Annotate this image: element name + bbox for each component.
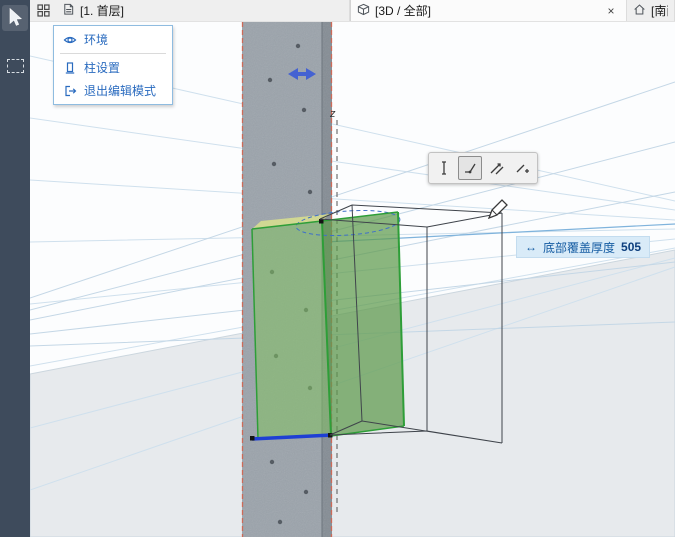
menu-item-column-settings[interactable]: 柱设置: [54, 56, 172, 79]
tab-3d-all[interactable]: [3D / 全部] ×: [350, 0, 627, 21]
arrow-tool-button[interactable]: [2, 5, 28, 31]
z-axis-label: z: [329, 108, 336, 120]
stretch-add-icon: [514, 160, 530, 176]
column-icon: [63, 61, 77, 75]
pet-palette-option-2[interactable]: [458, 156, 482, 180]
quick-options-button[interactable]: [30, 0, 56, 21]
edit-context-menu: 环境 柱设置 退出编辑模式: [53, 25, 173, 105]
tab-label: [南面: [651, 2, 668, 19]
eye-icon: [63, 33, 77, 47]
application-window: [1. 首层] [3D / 全部] ×: [0, 0, 675, 537]
floor-plan-icon: [62, 3, 75, 19]
elevation-icon: [633, 3, 646, 19]
quick-options-icon: [37, 4, 50, 17]
straight-segment-icon: [436, 160, 452, 176]
exit-edit-mode-icon: [63, 84, 77, 98]
polyline-corner-icon: [462, 160, 478, 176]
marquee-select-icon: [7, 59, 24, 73]
stretch-icon: [488, 160, 504, 176]
pet-palette: [428, 152, 538, 184]
tab-bar: [1. 首层] [3D / 全部] ×: [30, 0, 675, 22]
selection-box-green[interactable]: [250, 207, 404, 440]
info-tag-label: 底部覆盖厚度: [543, 239, 615, 256]
menu-item-label: 环境: [84, 31, 108, 48]
arrow-cursor-icon: [5, 7, 25, 30]
info-tag-value: 505: [621, 240, 641, 254]
menu-item-label: 柱设置: [84, 59, 120, 76]
menu-item-exit-edit-mode[interactable]: 退出编辑模式: [54, 79, 172, 102]
tab-first-floor[interactable]: [1. 首层]: [56, 0, 350, 21]
tab-label: [1. 首层]: [80, 2, 124, 19]
pet-palette-option-4[interactable]: [510, 156, 534, 180]
menu-item-environment[interactable]: 环境: [54, 28, 172, 51]
menu-separator: [60, 53, 166, 54]
tab-label: [3D / 全部]: [375, 2, 431, 19]
menu-item-label: 退出编辑模式: [84, 82, 156, 99]
close-tab-icon[interactable]: ×: [602, 4, 620, 18]
cube-3d-icon: [357, 3, 370, 19]
toolbox-sidebar: [0, 0, 30, 537]
tab-south-elevation[interactable]: [南面: [627, 0, 675, 21]
double-arrow-icon: ↔: [525, 240, 537, 254]
info-tag-bottom-cover: ↔ 底部覆盖厚度 505: [516, 236, 650, 258]
pet-palette-option-3[interactable]: [484, 156, 508, 180]
marquee-tool-button[interactable]: [2, 53, 28, 79]
pet-palette-option-1[interactable]: [432, 156, 456, 180]
